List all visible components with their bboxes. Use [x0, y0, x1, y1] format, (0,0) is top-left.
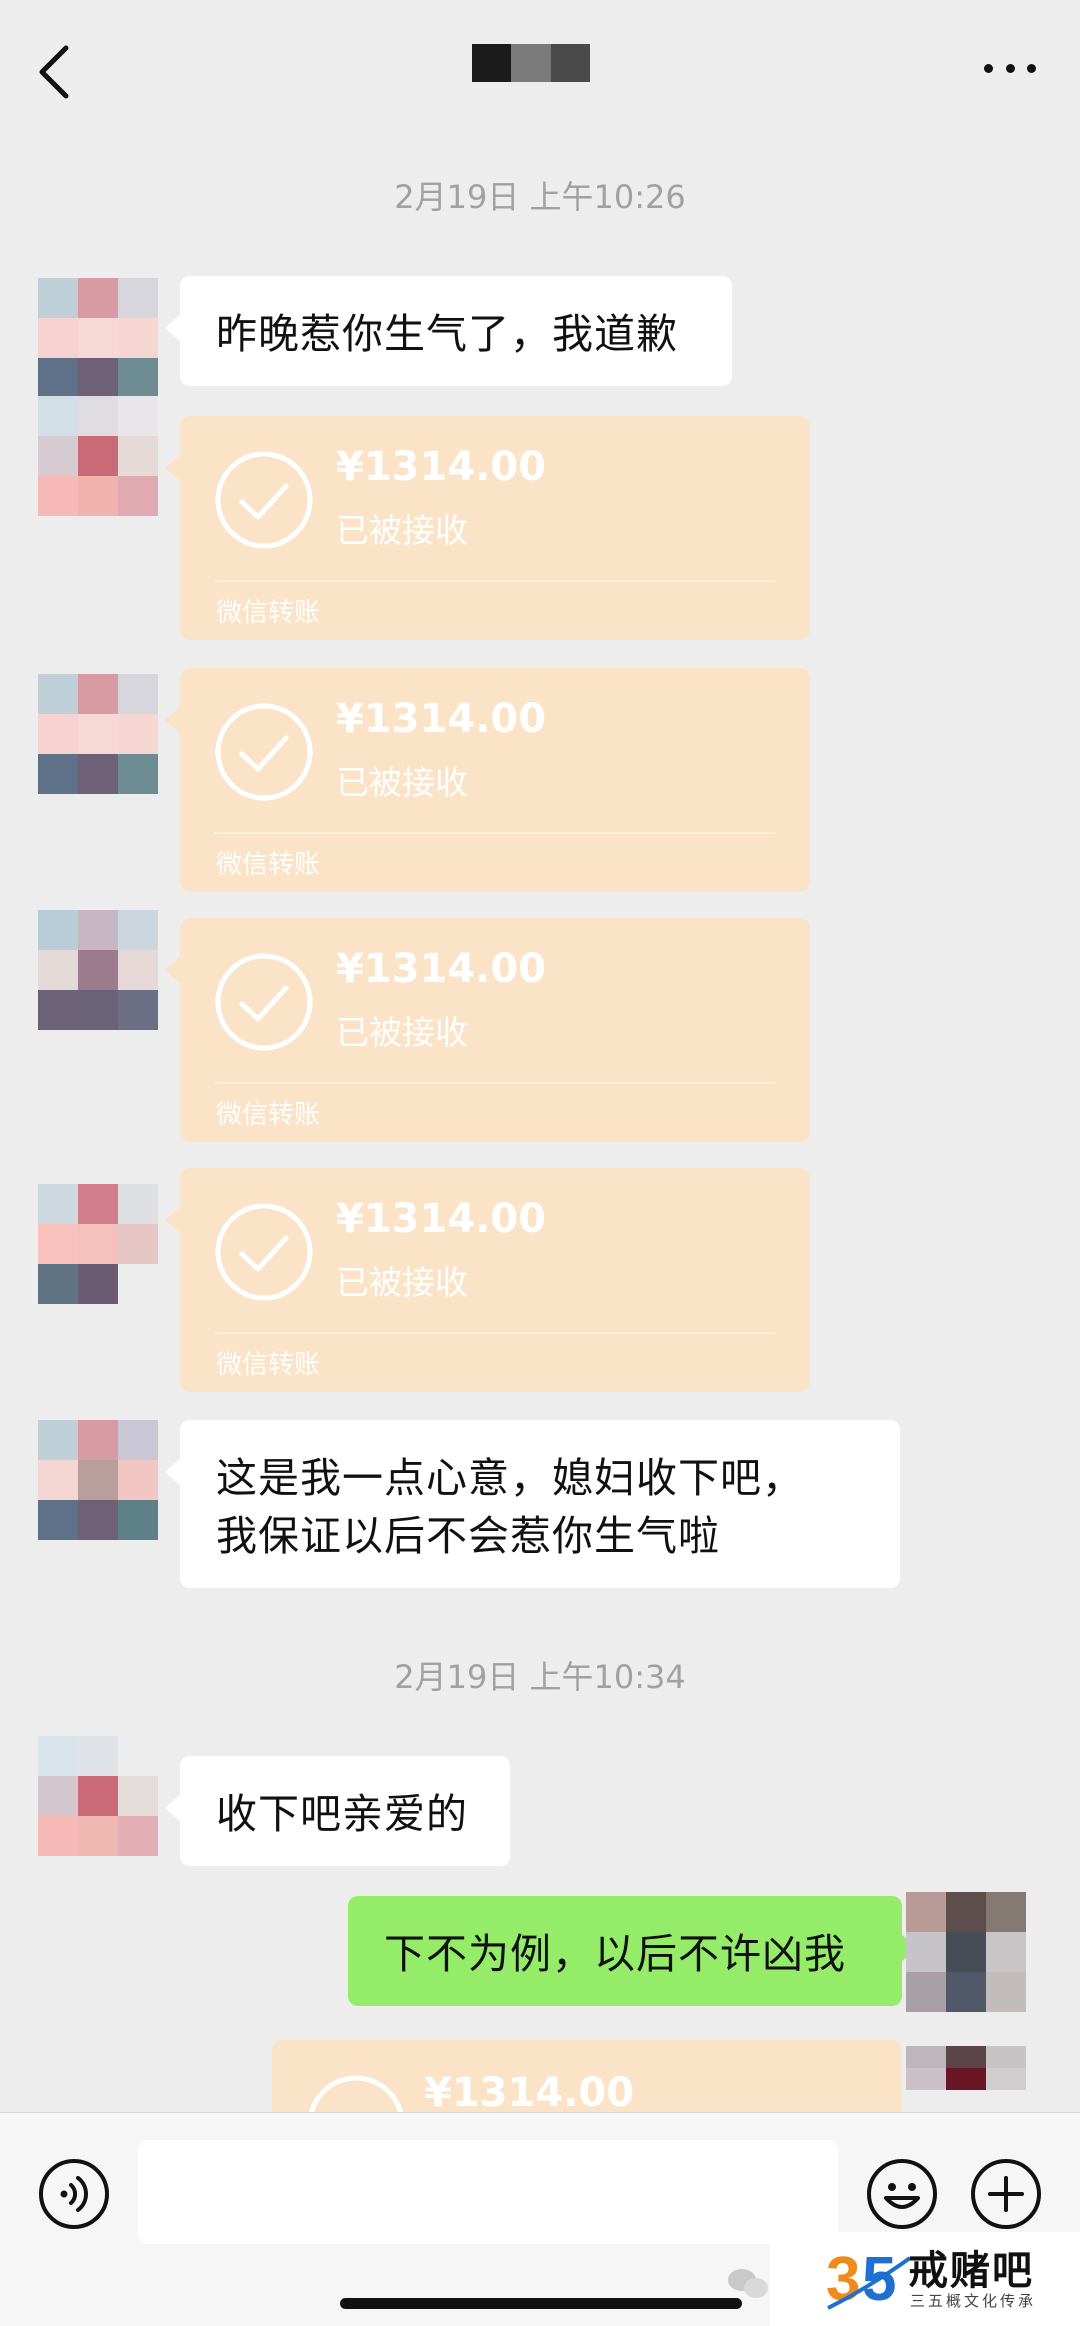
message-bubble[interactable]: 收下吧亲爱的	[165, 1756, 510, 1866]
transfer-amount: ¥1314.00	[336, 696, 547, 742]
avatar[interactable]	[38, 396, 158, 516]
check-circle-icon	[215, 451, 313, 549]
plus-icon[interactable]	[970, 2158, 1042, 2230]
transfer-status: 已被接收	[336, 511, 468, 550]
wechat-icon	[728, 2269, 768, 2298]
watermark-subtitle: 三五概文化传承	[910, 2292, 1037, 2310]
avatar[interactable]	[38, 1184, 158, 1304]
message-bubble[interactable]: 这是我一点心意，媳妇收下吧， 我保证以后不会惹你生气啦	[165, 1420, 900, 1588]
transfer-label: 微信转账	[216, 1350, 321, 1380]
transfer-amount: ¥1314.00	[424, 2070, 635, 2112]
check-circle-icon	[309, 2075, 403, 2112]
avatar[interactable]	[38, 674, 158, 794]
transfer-divider	[214, 1082, 776, 1084]
transfer-divider	[214, 580, 776, 582]
avatar[interactable]	[38, 1420, 158, 1540]
timestamp: 2月19日 上午10:26	[394, 178, 686, 216]
message-text: 昨晚惹你生气了，我道歉	[216, 310, 678, 358]
check-circle-icon	[215, 703, 313, 801]
message-input[interactable]	[138, 2140, 838, 2244]
svg-text:3: 3	[826, 2245, 860, 2314]
transfer-card[interactable]: ¥1314.00 已被接收 微信转账	[165, 668, 810, 892]
message-text: 收下吧亲爱的	[216, 1790, 468, 1838]
avatar[interactable]	[38, 1736, 158, 1856]
transfer-card[interactable]: ¥1314.00 已被接收 微信转账	[165, 918, 810, 1142]
message-text: 下不为例，以后不许凶我	[384, 1930, 846, 1978]
transfer-amount: ¥1314.00	[336, 946, 547, 992]
check-circle-icon	[215, 953, 313, 1051]
check-circle-icon	[215, 1203, 313, 1301]
transfer-status: 已被接收	[336, 1013, 468, 1052]
transfer-amount: ¥1314.00	[336, 444, 547, 490]
transfer-status: 已被接收	[336, 763, 468, 802]
transfer-card[interactable]: ¥1314.00 已被接收 微信转账	[165, 1168, 810, 1392]
my-transfer-card[interactable]: ¥1314.00	[272, 2040, 902, 2112]
transfer-label: 微信转账	[216, 598, 321, 628]
transfer-card[interactable]: ¥1314.00 已被接收 微信转账	[165, 416, 810, 640]
watermark-logo-icon: 3 5	[826, 2245, 912, 2314]
home-indicator	[340, 2298, 742, 2309]
message-bubble[interactable]: 昨晚惹你生气了，我道歉	[165, 276, 732, 386]
voice-icon[interactable]	[38, 2158, 110, 2230]
watermark-name: 戒赌吧	[908, 2248, 1034, 2294]
more-dots-icon[interactable]	[984, 56, 1036, 80]
my-message-bubble[interactable]: 下不为例，以后不许凶我	[348, 1896, 917, 2006]
transfer-amount: ¥1314.00	[336, 1196, 547, 1242]
transfer-divider	[214, 1332, 776, 1334]
chat-title-pixelated	[472, 44, 590, 82]
transfer-label: 微信转账	[216, 1100, 321, 1130]
message-text-line: 我保证以后不会惹你生气啦	[216, 1512, 720, 1560]
avatar[interactable]	[38, 910, 158, 1030]
back-chevron-icon[interactable]	[32, 44, 80, 100]
timestamp: 2月19日 上午10:34	[394, 1658, 686, 1696]
my-avatar[interactable]	[906, 2046, 1026, 2112]
message-text-line: 这是我一点心意，媳妇收下吧，	[216, 1454, 804, 1502]
emoji-icon[interactable]	[866, 2158, 938, 2230]
my-avatar[interactable]	[906, 1892, 1026, 2012]
transfer-label: 微信转账	[216, 850, 321, 880]
transfer-status: 已被接收	[336, 1263, 468, 1302]
avatar[interactable]	[38, 278, 158, 398]
transfer-divider	[214, 832, 776, 834]
